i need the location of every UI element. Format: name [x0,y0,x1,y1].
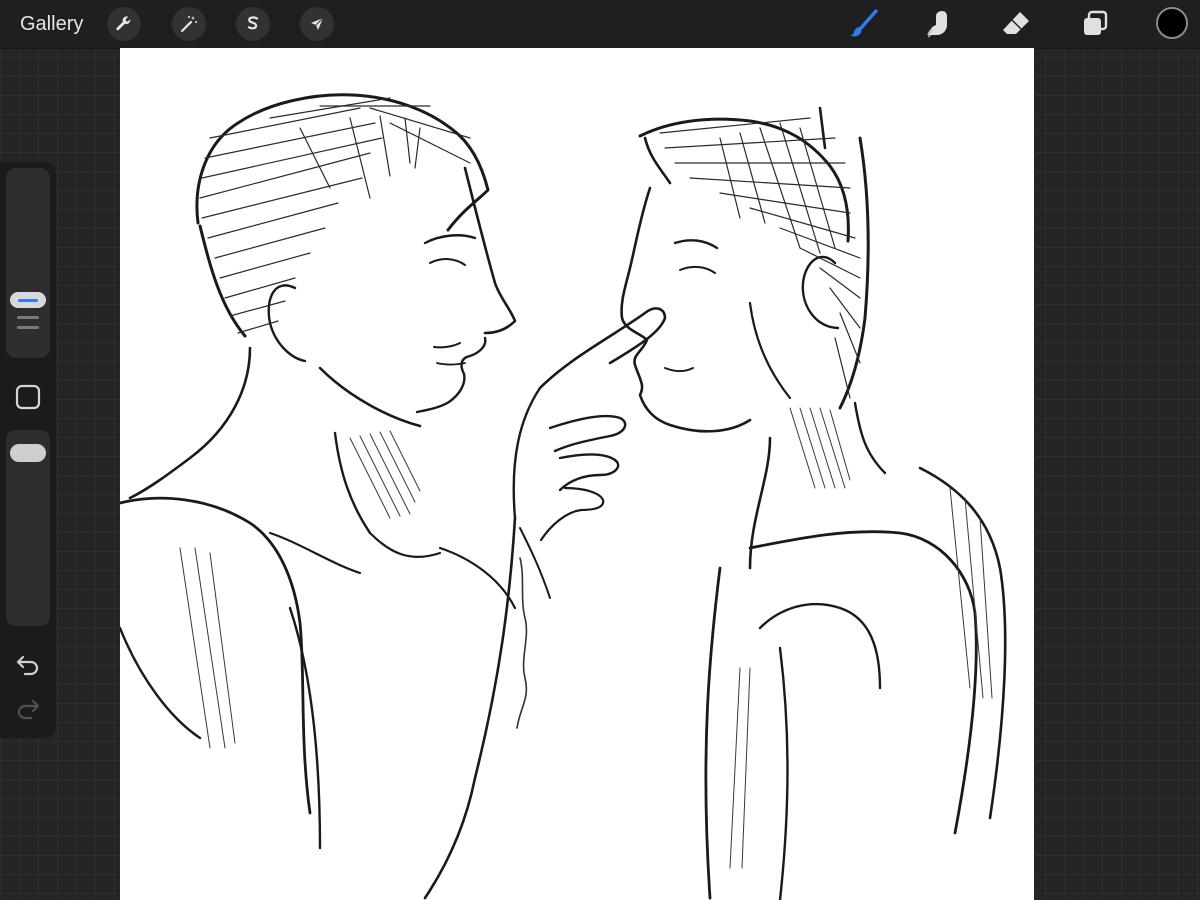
selection-s-icon [247,16,259,30]
brush-button[interactable] [846,6,882,42]
size-indicator-mark [18,298,38,302]
size-tick [17,326,39,329]
layers-icon [1084,10,1108,35]
wrench-icon [116,16,131,31]
drawing-canvas[interactable] [120,48,1034,900]
modify-square-icon[interactable] [14,383,42,411]
top-toolbar: Gallery [0,0,1200,48]
smudge-finger-icon [927,11,947,38]
eraser-button[interactable] [998,6,1034,42]
opacity-slider[interactable] [6,430,50,626]
brush-icon [850,9,878,37]
arrow-cursor-icon [311,17,324,30]
actions-button[interactable] [107,7,141,41]
gallery-button[interactable]: Gallery [20,10,83,38]
sketch-artwork [120,93,1007,900]
size-tick [17,316,39,319]
transform-button[interactable] [300,7,334,41]
left-sidebar [0,162,56,738]
selection-button[interactable] [236,7,270,41]
undo-icon[interactable] [15,652,41,678]
color-swatch[interactable] [1156,7,1188,39]
magic-wand-icon [180,16,197,33]
brush-size-handle[interactable] [10,292,46,308]
opacity-handle[interactable] [10,444,46,462]
eraser-icon [1003,12,1029,34]
layers-button[interactable] [1077,6,1113,42]
adjustments-button[interactable] [172,7,206,41]
smudge-button[interactable] [921,6,957,42]
brush-size-slider[interactable] [6,168,50,358]
redo-icon[interactable] [15,696,41,722]
